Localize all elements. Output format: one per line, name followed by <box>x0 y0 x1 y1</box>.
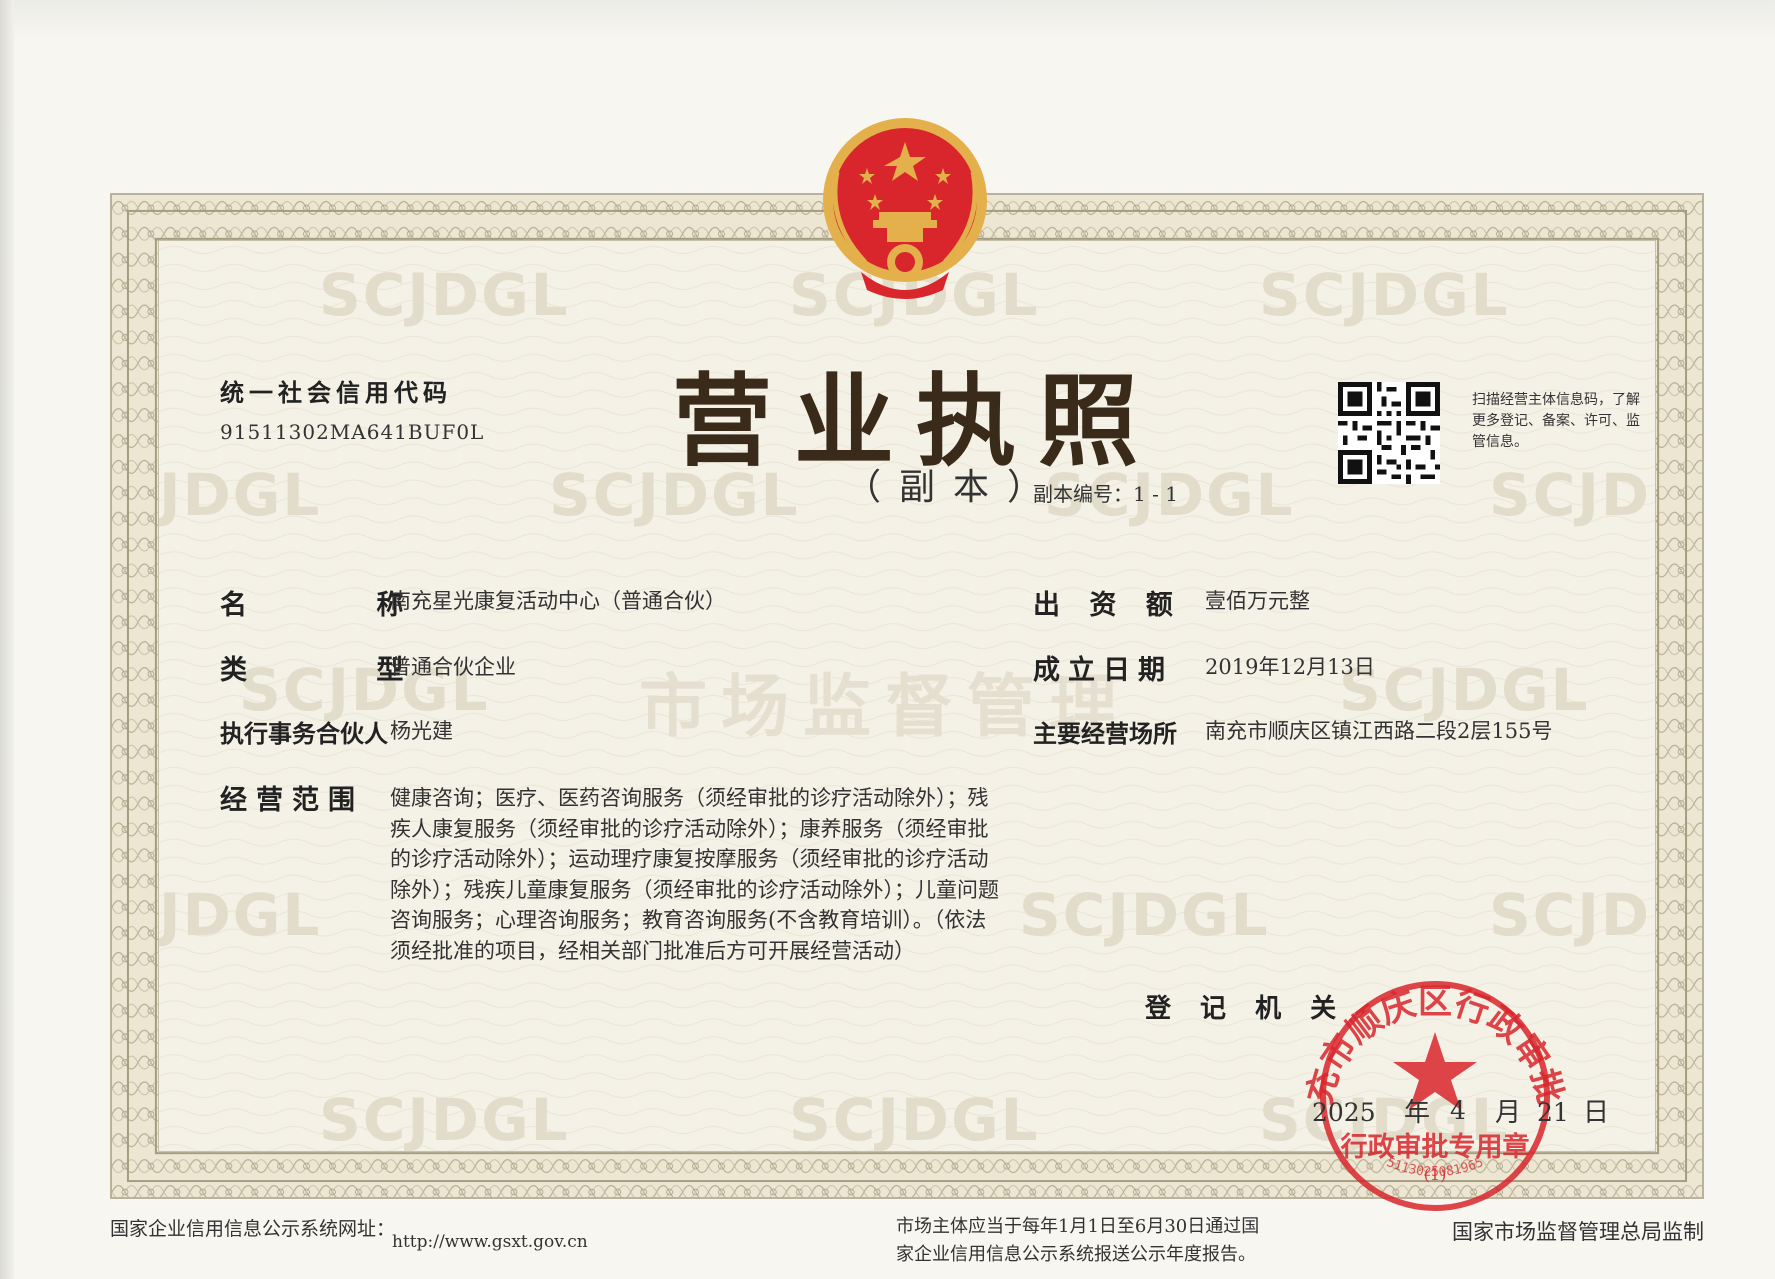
credit-code: 91511302MA641BUF0L <box>220 420 485 444</box>
partner-label: 执行事务合伙人 <box>220 720 388 748</box>
scan-margin <box>0 0 1775 40</box>
reg-day-unit: 日 <box>1583 1098 1610 1128</box>
watermark: SCJD <box>1489 461 1652 529</box>
footer-url: http://www.gsxt.gov.cn <box>392 1232 588 1252</box>
business-license-scan: SCJDGL SCJDGL SCJDGL JDGL SCJDGL SCJDGL … <box>0 0 1775 1279</box>
footer-notice: 市场主体应当于每年1月1日至6月30日通过国家企业信用信息公示系统报送公示年度报… <box>896 1216 1260 1265</box>
document-subtitle: （副本） <box>845 467 1062 508</box>
qr-code-icon <box>1338 382 1440 484</box>
capital-value: 壹佰万元整 <box>1205 589 1310 613</box>
footer-supervisor: 国家市场监督管理总局监制 <box>1452 1220 1704 1244</box>
name-value: 南充星光康复活动中心（普通合伙） <box>390 589 726 613</box>
seal-inner-text: 行政审批专用章 <box>1340 1131 1530 1163</box>
watermark: JDGL <box>159 461 322 529</box>
national-emblem-icon <box>823 118 987 299</box>
qr-note: 扫描经营主体信息码，了解更多登记、备案、许可、监管信息。 <box>1472 392 1640 450</box>
footer-system-label: 国家企业信用信息公示系统网址： <box>110 1218 396 1240</box>
reg-month: 4 <box>1450 1096 1466 1125</box>
scan-edge <box>0 0 14 1279</box>
scope-label: 经营范围 <box>220 785 364 816</box>
date-value: 2019年12月13日 <box>1205 655 1375 679</box>
watermark: SCJDGL <box>1019 881 1270 949</box>
watermark: SCJDGL <box>1259 261 1510 329</box>
reg-year-unit: 年 <box>1404 1098 1431 1128</box>
partner-value: 杨光建 <box>390 719 453 743</box>
credit-code-label: 统一社会信用代码 <box>220 379 452 407</box>
watermark: JDGL <box>159 881 322 949</box>
scope-value: 健康咨询；医疗、医药咨询服务（须经审批的诊疗活动除外）；残疾人康复服务（须经审批… <box>390 786 999 963</box>
place-value: 南充市顺庆区镇江西路二段2层155号 <box>1205 719 1553 743</box>
type-value: 普通合伙企业 <box>390 655 516 679</box>
watermark: SCJDGL <box>789 1086 1040 1152</box>
date-label: 成立日期 <box>1033 655 1173 686</box>
watermark: SCJDGL <box>319 261 570 329</box>
reg-month-unit: 月 <box>1495 1098 1522 1128</box>
place-label: 主要经营场所 <box>1033 720 1177 748</box>
capital-label: 出 资 额 <box>1033 590 1183 621</box>
official-seal: 南充市顺庆区行政审批局 行政审批专用章 (1) 5113025081965 <box>1300 968 1570 1211</box>
reg-year: 2025 <box>1312 1098 1376 1127</box>
watermark: SCJD <box>1489 881 1652 949</box>
reg-day: 21 <box>1537 1098 1569 1127</box>
watermark: SCJDGL <box>1339 656 1590 724</box>
copy-number: 副本编号：1 - 1 <box>1033 482 1178 506</box>
watermark: SCJDGL <box>319 1086 570 1152</box>
